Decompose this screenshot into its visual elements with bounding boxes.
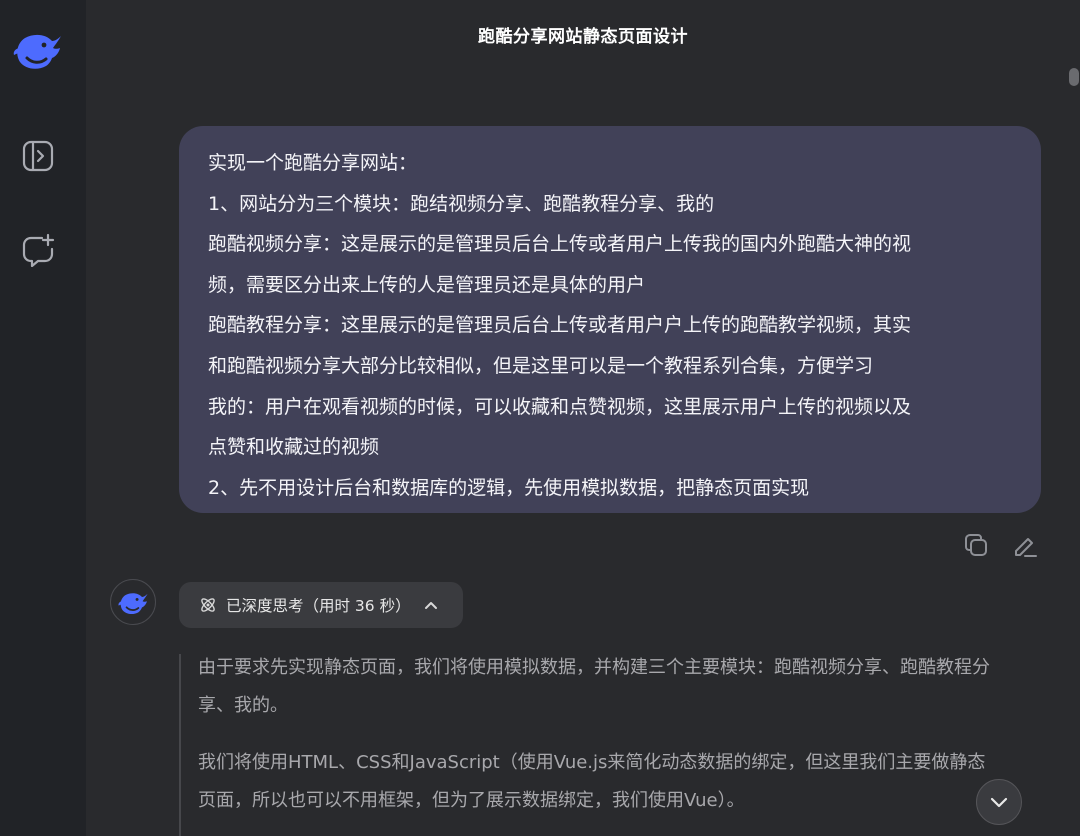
atom-icon xyxy=(201,598,215,612)
thinking-paragraph: 由于要求先实现静态页面，我们将使用模拟数据，并构建三个主要模块：跑酷视频分享、跑… xyxy=(198,649,1048,724)
user-message-line: 2、先不用设计后台和数据库的逻辑，先使用模拟数据，把静态页面实现 xyxy=(208,476,810,499)
user-message-line: 跑酷教程分享：这里展示的是管理员后台上传或者用户户上传的跑酷教学视频，其实 xyxy=(208,314,912,337)
thinking-line: 享、我的。 xyxy=(198,694,288,716)
open-sidebar-button[interactable] xyxy=(21,139,55,173)
new-chat-icon xyxy=(22,233,55,268)
open-sidebar-icon xyxy=(22,140,54,172)
user-message-line: 1、网站分为三个模块：跑结视频分享、跑酷教程分享、我的 xyxy=(208,192,715,215)
chevron-up-icon xyxy=(424,602,437,609)
user-message-line: 跑酷视频分享：这是展示的是管理员后台上传或者用户上传我的国内外跑酷大神的视 xyxy=(208,233,912,256)
user-message-line: 我的：用户在观看视频的时候，可以收藏和点赞视频，这里展示用户上传的视频以及 xyxy=(208,395,912,418)
copy-icon xyxy=(965,534,987,556)
scroll-to-bottom-button[interactable] xyxy=(976,779,1022,825)
chat-title: 跑酷分享网站静态页面设计 xyxy=(478,27,688,47)
thinking-divider xyxy=(179,654,181,836)
new-chat-button[interactable] xyxy=(21,233,55,268)
thinking-duration-label: 已深度思考（用时 36 秒） xyxy=(226,597,411,615)
user-message-line: 实现一个跑酷分享网站： xyxy=(208,152,418,174)
deep-thinking-toggle[interactable]: 已深度思考（用时 36 秒） xyxy=(179,582,463,628)
thinking-line: 我们将使用HTML、CSS和JavaScript（使用Vue.js来简化动态数据… xyxy=(198,752,986,773)
thinking-paragraph: 我们将使用HTML、CSS和JavaScript（使用Vue.js来简化动态数据… xyxy=(198,744,1048,819)
copy-button[interactable] xyxy=(962,531,990,559)
user-message-bubble: 实现一个跑酷分享网站： 1、网站分为三个模块：跑结视频分享、跑酷教程分享、我的 … xyxy=(179,126,1041,513)
user-message-line: 和跑酷视频分享大部分比较相似，但是这里可以是一个教程系列合集，方便学习 xyxy=(208,354,874,377)
user-message-line: 点赞和收藏过的视频 xyxy=(208,436,380,459)
sidebar xyxy=(0,0,86,836)
thinking-line: 页面，所以也可以不用框架，但为了展示数据绑定，我们使用Vue）。 xyxy=(198,789,745,811)
deepseek-logo-icon[interactable] xyxy=(13,28,65,72)
assistant-avatar xyxy=(110,579,156,625)
edit-button[interactable] xyxy=(1011,531,1039,559)
edit-icon xyxy=(1015,538,1037,557)
user-message-line: 频，需要区分出来上传的人是管理员还是具体的用户 xyxy=(208,273,646,296)
scrollbar-thumb[interactable] xyxy=(1069,68,1079,86)
thinking-line: 由于要求先实现静态页面，我们将使用模拟数据，并构建三个主要模块：跑酷视频分享、跑… xyxy=(198,657,990,678)
chevron-down-icon xyxy=(990,797,1008,808)
deepseek-whale-icon xyxy=(118,593,148,615)
